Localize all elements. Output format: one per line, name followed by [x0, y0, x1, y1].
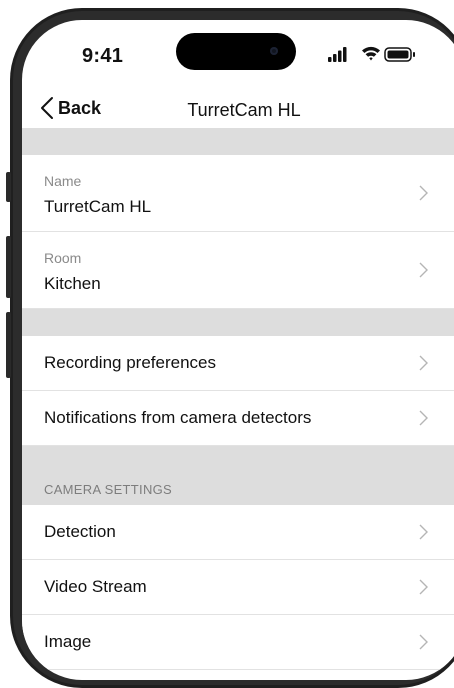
video-stream-label: Video Stream [44, 577, 147, 596]
image-row[interactable]: Image [22, 615, 454, 670]
mute-switch [6, 172, 11, 202]
chevron-right-icon [419, 524, 428, 540]
notifications-label: Notifications from camera detectors [44, 408, 312, 427]
navigation-bar: Back TurretCam HL [22, 88, 454, 130]
wifi-icon [362, 46, 380, 61]
page-title: TurretCam HL [187, 100, 301, 120]
detection-row[interactable]: Detection [22, 505, 454, 560]
image-label: Image [44, 632, 92, 651]
status-icons [328, 46, 426, 62]
camera-settings-header: CAMERA SETTINGS [22, 446, 454, 505]
status-time: 9:41 [82, 45, 124, 67]
notifications-row[interactable]: Notifications from camera detectors [22, 391, 454, 446]
camera-settings-label: CAMERA SETTINGS [44, 482, 173, 497]
section-gap [22, 128, 454, 155]
cellular-signal-icon [328, 47, 347, 62]
name-value: TurretCam HL [44, 197, 152, 216]
room-row[interactable]: Room Kitchen [22, 232, 454, 309]
video-stream-row[interactable]: Video Stream [22, 560, 454, 615]
section-gap [22, 309, 454, 336]
recording-preferences-label: Recording preferences [44, 353, 216, 372]
volume-up-button [6, 236, 11, 298]
room-label: Room [44, 250, 82, 266]
chevron-right-icon [419, 579, 428, 595]
chevron-right-icon [419, 355, 428, 371]
chevron-right-icon [419, 634, 428, 650]
battery-icon [384, 47, 415, 62]
chevron-right-icon [419, 262, 428, 278]
name-row[interactable]: Name TurretCam HL [22, 155, 454, 232]
room-value: Kitchen [44, 274, 101, 293]
chevron-right-icon [419, 185, 428, 201]
recording-preferences-row[interactable]: Recording preferences [22, 336, 454, 391]
front-camera-icon [270, 47, 278, 55]
detection-label: Detection [44, 522, 116, 541]
chevron-right-icon [419, 410, 428, 426]
name-label: Name [44, 173, 82, 189]
settings-list: Name TurretCam HL Room Kitchen Recording… [22, 128, 454, 670]
volume-down-button [6, 312, 11, 378]
dynamic-island [176, 33, 296, 70]
phone-screen: 9:41 Back TurretCam HL Name TurretCam HL… [22, 20, 454, 680]
